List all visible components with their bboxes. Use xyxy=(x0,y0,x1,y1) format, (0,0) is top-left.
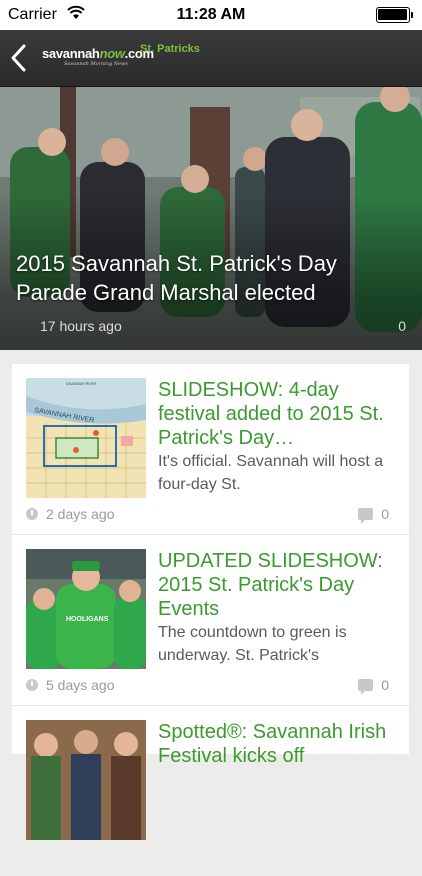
hero-article[interactable]: 2015 Savannah St. Patrick's Day Parade G… xyxy=(0,87,422,350)
status-bar: Carrier 11:28 AM xyxy=(0,0,422,30)
comment-icon xyxy=(358,679,374,695)
article-timestamp: 2 days ago xyxy=(26,506,115,522)
article-timestamp: 5 days ago xyxy=(26,677,115,693)
clock-icon xyxy=(26,679,38,691)
comment-icon xyxy=(358,508,374,524)
comment-count[interactable]: 0 xyxy=(358,506,389,524)
article-card[interactable]: HOOLIGANS UPDATED SLIDESHOW: 2015 St. Pa… xyxy=(12,535,409,706)
chevron-left-icon xyxy=(11,44,26,72)
map-top-label: SAVANNAH RIVER xyxy=(66,382,97,386)
hero-timestamp: 17 hours ago xyxy=(40,318,122,334)
logo-wordmark: savannahnow.com xyxy=(42,46,154,61)
clock-time: 11:28 AM xyxy=(176,6,246,23)
article-headline: SLIDESHOW: 4-day festival added to 2015 … xyxy=(158,379,384,449)
hooligans-crowd-photo: HOOLIGANS xyxy=(26,549,146,669)
festival-map-image: SAVANNAH RIVER SAVANNAH RIVER xyxy=(26,378,146,498)
article-thumbnail xyxy=(26,720,146,840)
site-logo[interactable]: savannahnow.com Savannah Morning News xyxy=(42,44,154,74)
article-headline: UPDATED SLIDESHOW: 2015 St. Patrick's Da… xyxy=(158,550,383,620)
shirt-text: HOOLIGANS xyxy=(66,616,109,623)
article-card[interactable]: Spotted®: Savannah Irish Festival kicks … xyxy=(12,706,409,876)
article-snippet: It's official. Savannah will host a four… xyxy=(158,453,384,493)
article-thumbnail: SAVANNAH RIVER SAVANNAH RIVER xyxy=(26,378,146,498)
battery-icon xyxy=(376,7,414,23)
irish-festival-photo xyxy=(26,720,146,840)
hero-headline: 2015 Savannah St. Patrick's Day Parade G… xyxy=(16,251,337,305)
hero-comment-count: 0 xyxy=(398,318,406,334)
article-card[interactable]: SAVANNAH RIVER SAVANNAH RIVER SLIDESHOW:… xyxy=(12,364,409,535)
logo-subtitle: Savannah Morning News xyxy=(64,61,128,67)
section-title: St. Patricks xyxy=(140,43,200,55)
clock-icon xyxy=(26,508,38,520)
nav-bar: savannahnow.com Savannah Morning News St… xyxy=(0,30,422,87)
article-thumbnail: HOOLIGANS xyxy=(26,549,146,669)
comment-count[interactable]: 0 xyxy=(358,677,389,695)
article-feed: SAVANNAH RIVER SAVANNAH RIVER SLIDESHOW:… xyxy=(12,364,409,840)
article-headline: Spotted®: Savannah Irish Festival kicks … xyxy=(158,721,387,767)
article-snippet: The countdown to green is underway. St. … xyxy=(158,624,347,664)
back-button[interactable] xyxy=(8,42,32,74)
